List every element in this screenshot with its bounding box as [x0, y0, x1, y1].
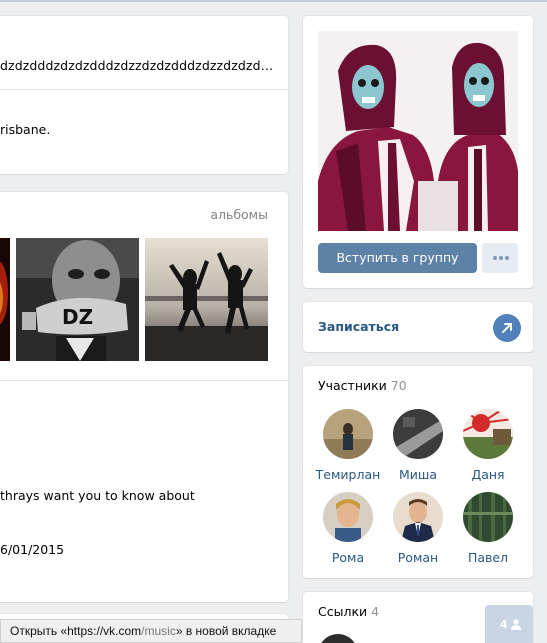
links-count: 4: [371, 604, 380, 619]
avatar[interactable]: [393, 492, 443, 542]
members-title[interactable]: Участники 70: [318, 378, 407, 393]
tooltip-path: /music: [141, 624, 176, 638]
member-item[interactable]: Рома: [313, 492, 383, 565]
member-name[interactable]: Рома: [313, 550, 383, 565]
member-name[interactable]: Темирлан: [313, 467, 383, 482]
subscribe-link[interactable]: Записаться: [318, 319, 399, 334]
member-item[interactable]: Роман: [383, 492, 453, 565]
members-count: 70: [390, 378, 407, 393]
avatar[interactable]: [393, 409, 443, 459]
divider: [0, 380, 288, 381]
more-actions-button[interactable]: [482, 243, 518, 273]
group-cover-image[interactable]: [318, 31, 518, 231]
avatar[interactable]: [463, 492, 513, 542]
more-dots-icon: [493, 256, 509, 260]
group-card: Вступить в группу: [303, 16, 533, 288]
member-item[interactable]: Темирлан: [313, 409, 383, 482]
chat-button[interactable]: 4: [485, 605, 533, 643]
member-item[interactable]: Павел: [453, 492, 523, 565]
member-item[interactable]: Миша: [383, 409, 453, 482]
person-icon: [511, 619, 521, 630]
chat-count: 4: [500, 618, 508, 631]
tooltip-prefix: Открыть «https://vk.com: [10, 624, 142, 638]
divider: [0, 89, 288, 90]
member-name[interactable]: Роман: [383, 550, 453, 565]
avatar[interactable]: [323, 492, 373, 542]
svg-text:DZ: DZ: [62, 305, 93, 329]
members-title-label: Участники: [318, 378, 387, 393]
link-status-tooltip: Открыть «https://vk.com/music» в новой в…: [0, 619, 302, 643]
subscribe-card[interactable]: Записаться: [303, 302, 533, 352]
member-name[interactable]: Даня: [453, 467, 523, 482]
jumping-photo[interactable]: [145, 238, 268, 361]
top-border: [0, 0, 547, 2]
member-item[interactable]: Даня: [453, 409, 523, 482]
join-group-button[interactable]: Вступить в группу: [318, 243, 477, 273]
member-name[interactable]: Павел: [453, 550, 523, 565]
city-text: risbane.: [0, 122, 51, 137]
links-title[interactable]: Ссылки 4: [318, 604, 379, 619]
avatar[interactable]: [323, 409, 373, 459]
link-avatar[interactable]: [318, 634, 358, 643]
date-text: 6/01/2015: [0, 542, 65, 557]
albums-link[interactable]: альбомы: [210, 207, 268, 222]
albums-card: альбомы DZ thrays want you to know about…: [0, 192, 288, 602]
status-card: dzdzdddzdzdzdddzdzzdzdzdddzdzzdzdzd… ris…: [0, 16, 288, 174]
face-dz-photo[interactable]: DZ: [16, 238, 139, 361]
fire-photo[interactable]: [0, 238, 10, 361]
avatar[interactable]: [463, 409, 513, 459]
info-text: thrays want you to know about: [0, 488, 195, 503]
links-title-label: Ссылки: [318, 604, 368, 619]
member-name[interactable]: Миша: [383, 467, 453, 482]
status-text: dzdzdddzdzdzdddzdzzdzdzdddzdzzdzdzd…: [0, 58, 274, 73]
tooltip-suffix: » в новой вкладке: [175, 624, 277, 638]
members-card: Участники 70 Темирлан Миша Даня Рома Рома…: [303, 366, 533, 578]
arrow-up-right-icon[interactable]: [493, 314, 521, 342]
